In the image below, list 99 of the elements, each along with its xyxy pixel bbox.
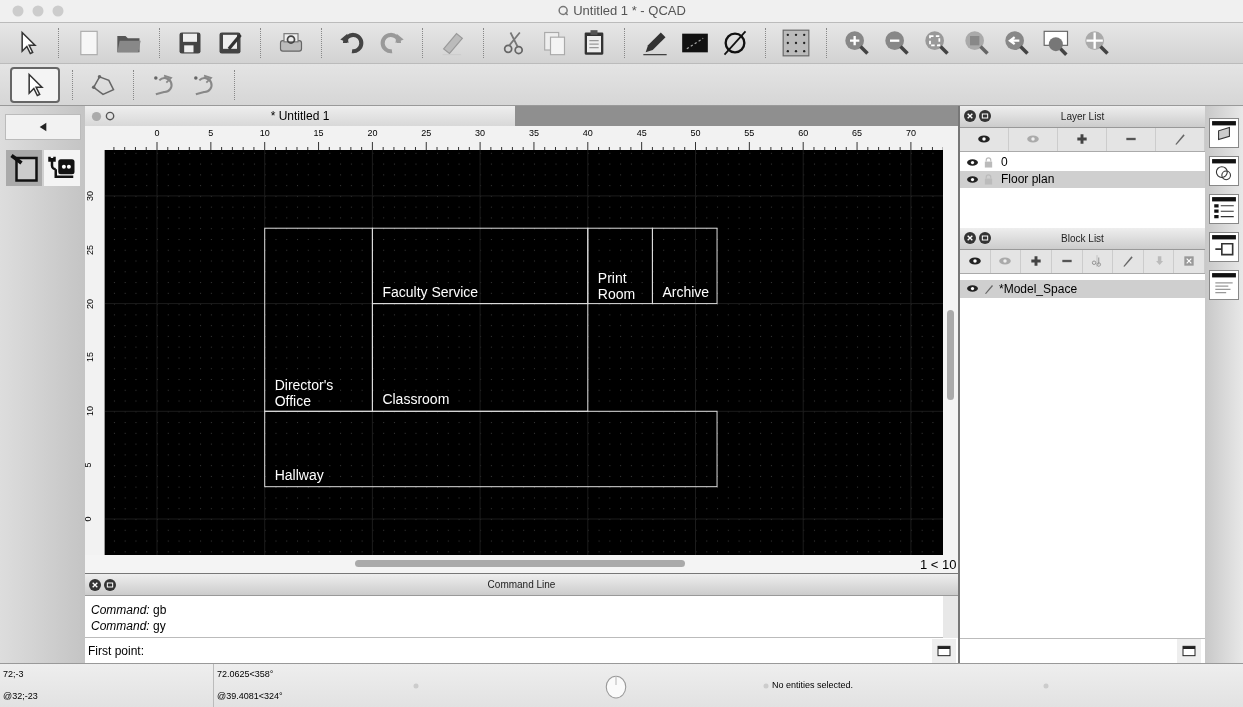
pointer-button[interactable] xyxy=(10,66,60,103)
document-title: * Untitled 1 xyxy=(270,108,330,125)
edit-layer-icon xyxy=(1173,132,1187,147)
ruler-label: 15 xyxy=(313,127,324,140)
room-label: Faculty Service xyxy=(382,283,479,300)
grid-icon xyxy=(782,29,810,57)
dock-title: Block List xyxy=(1061,231,1104,246)
layer-name: 0 xyxy=(1001,154,1008,172)
block-name: *Model_Space xyxy=(999,280,1078,298)
dock-toggle-button[interactable] xyxy=(932,638,956,663)
float-button[interactable] xyxy=(979,110,991,123)
polar-coordinates: 72.0625<358° xyxy=(217,668,275,681)
building-icon xyxy=(8,153,39,183)
zoom-out-icon xyxy=(883,29,911,57)
diameter-icon xyxy=(721,29,749,57)
ruler-label: 25 xyxy=(421,127,432,140)
drawing-canvas[interactable]: Faculty Service Print Room Archive Director's Office Classroom Hallway xyxy=(105,150,943,555)
dock-toggle-button[interactable] xyxy=(1177,639,1201,663)
room-label: Classroom xyxy=(382,391,450,408)
delete-block-icon xyxy=(1182,254,1197,269)
window-dot-icon xyxy=(52,5,64,17)
room-label: Director's Office xyxy=(274,377,335,410)
window-icon xyxy=(981,112,989,121)
close-icon xyxy=(91,580,99,589)
close-button[interactable] xyxy=(964,110,976,123)
ruler-label: 5 xyxy=(81,462,94,468)
command-history-line: Command: gy xyxy=(91,618,167,634)
back-triangle-icon xyxy=(37,122,48,132)
document-panel-button[interactable] xyxy=(1209,270,1239,300)
scroll-thumb[interactable] xyxy=(947,310,954,400)
building-tool-button[interactable] xyxy=(5,150,42,186)
ruler-label: 0 xyxy=(81,516,94,522)
pan-zoom-icon xyxy=(1083,29,1111,57)
block-row[interactable]: *Model_Space xyxy=(960,279,1205,298)
window-dot-icon xyxy=(32,5,44,17)
status-dot-icon xyxy=(413,682,419,689)
add-layer-icon xyxy=(1075,132,1089,147)
ruler-label: 35 xyxy=(528,127,539,140)
command-prompt: First point: xyxy=(88,642,144,660)
relative-coordinates: @32;-23 xyxy=(3,689,39,703)
ruler-label: 30 xyxy=(475,127,486,140)
close-icon xyxy=(91,110,102,122)
room-label: Hallway xyxy=(274,466,324,483)
ruler-label: 10 xyxy=(84,406,97,417)
ruler-label: 5 xyxy=(208,127,214,140)
status-dot-icon xyxy=(1043,682,1049,689)
ruler-label: 70 xyxy=(905,127,916,140)
ruler-label: 10 xyxy=(259,127,270,140)
close-button[interactable] xyxy=(964,232,976,245)
room-label: Print Room xyxy=(597,269,637,302)
float-button[interactable] xyxy=(979,232,991,245)
plug-tool-button[interactable] xyxy=(43,150,80,186)
pencil-icon xyxy=(983,282,995,295)
window-icon xyxy=(106,580,114,589)
relative-polar-coordinates: @39.4081<324° xyxy=(217,689,284,703)
ruler-label: 15 xyxy=(84,352,97,363)
ruler-label: 0 xyxy=(154,127,160,140)
dock-title: Command Line xyxy=(487,578,556,592)
status-dot-icon xyxy=(763,682,769,689)
room-label: Archive xyxy=(662,283,710,300)
zoom-in-icon xyxy=(843,29,871,57)
ruler-label: 20 xyxy=(84,298,97,309)
ruler-label: 25 xyxy=(84,244,97,255)
close-icon xyxy=(966,112,974,121)
ruler-label: 40 xyxy=(582,127,593,140)
zoom-auto-icon xyxy=(923,29,951,57)
absolute-coordinates: 72;-3 xyxy=(3,668,25,681)
ruler-label: 50 xyxy=(690,127,701,140)
selection-status: No entities selected. xyxy=(772,678,854,692)
close-button[interactable] xyxy=(89,578,101,591)
ruler-label: 45 xyxy=(636,127,647,140)
zoom-selection-icon xyxy=(963,29,991,57)
layers-panel-button[interactable] xyxy=(1209,118,1239,148)
list-panel-button[interactable] xyxy=(1209,194,1239,224)
ruler-label: 55 xyxy=(744,127,755,140)
window-icon xyxy=(1181,643,1197,659)
blocks-panel-button[interactable] xyxy=(1209,156,1239,186)
close-icon xyxy=(966,234,974,243)
app-icon xyxy=(105,110,116,122)
layer-name: Floor plan xyxy=(1001,171,1055,189)
window-title: Untitled 1 * - QCAD xyxy=(573,2,686,21)
zoom-scale: 1 < 10 xyxy=(920,556,957,573)
library-panel-button[interactable] xyxy=(1209,232,1239,262)
add-block-icon xyxy=(1029,254,1044,269)
lock-icon xyxy=(983,156,994,168)
app-icon xyxy=(557,5,570,17)
ruler-label: 30 xyxy=(84,190,97,201)
window-icon xyxy=(981,234,989,243)
dock-title: Layer List xyxy=(1060,109,1105,124)
scroll-thumb[interactable] xyxy=(355,560,685,567)
float-button[interactable] xyxy=(104,578,116,591)
zoom-previous-icon xyxy=(1003,29,1031,57)
window-dot-icon xyxy=(12,5,24,17)
ruler-label: 20 xyxy=(367,127,378,140)
ruler-label: 60 xyxy=(798,127,809,140)
ruler-label: 65 xyxy=(852,127,863,140)
zoom-window-icon xyxy=(1043,29,1071,57)
document-tab[interactable]: * Untitled 1 xyxy=(85,106,515,126)
command-history-line: Command: gb xyxy=(91,602,168,618)
